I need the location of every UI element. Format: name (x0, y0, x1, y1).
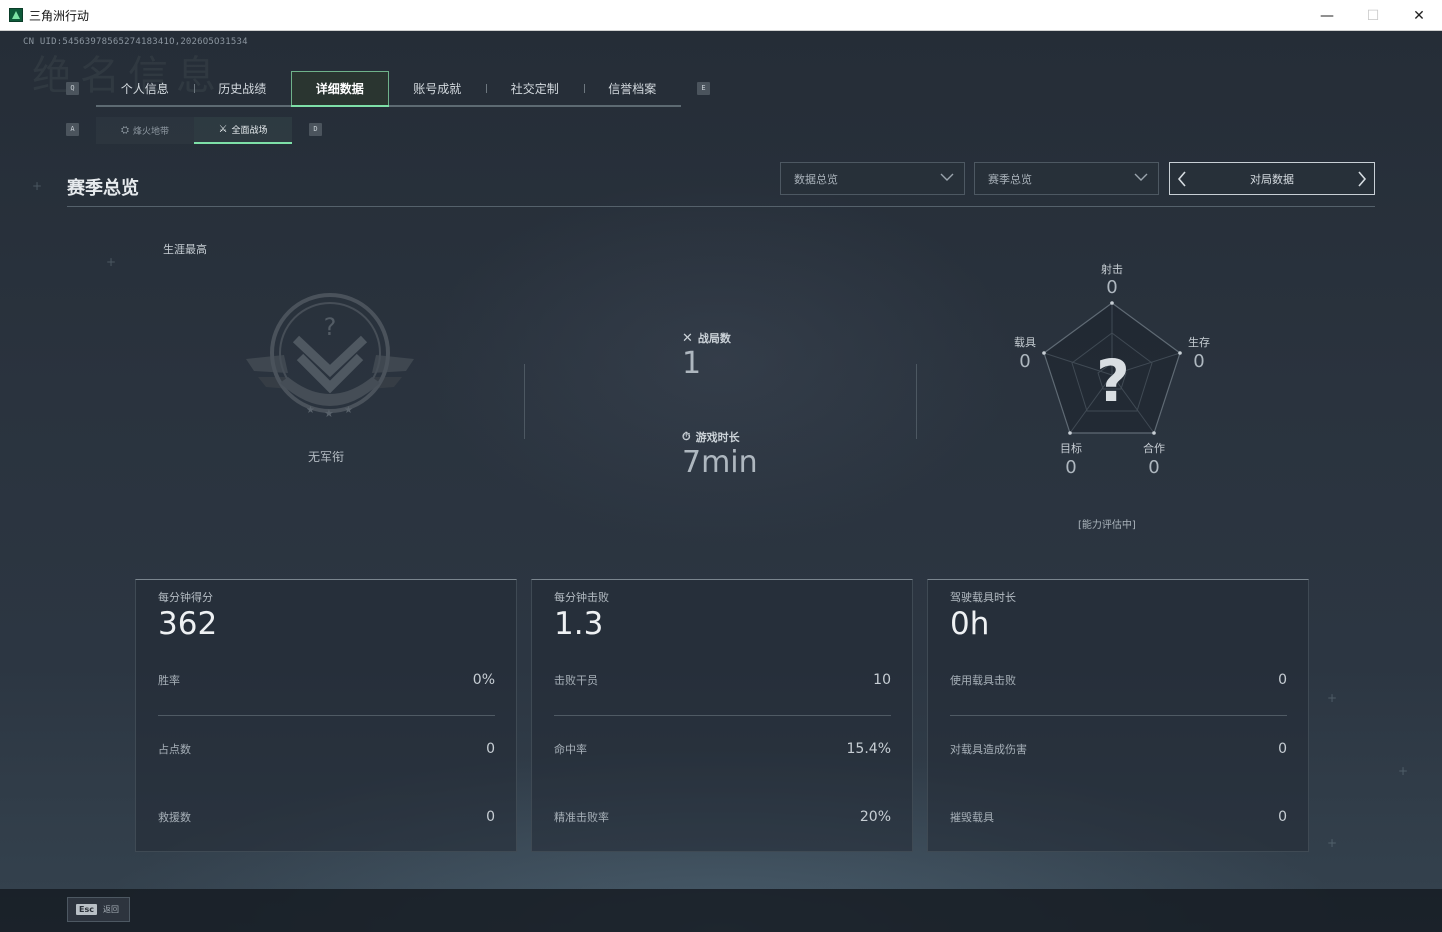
decor-cross-icon: + (1398, 764, 1409, 778)
pager-label: 对局数据 (1250, 172, 1294, 186)
player-uid: CN UID:5456397856527418341O,2026O5O31534 (23, 37, 248, 47)
stat-row: 占点数 0 (158, 741, 495, 757)
career-best-label: 生涯最高 (163, 243, 207, 256)
svg-text:★: ★ (344, 405, 353, 416)
rank-name: 无军衔 (308, 450, 345, 464)
tab-prev-key-hint[interactable]: Q (66, 82, 79, 95)
chevron-down-icon (1134, 173, 1148, 181)
stat-card-kills: 每分钟击败 1.3 击败干员 10 命中率 15.4% 精准击败率 20% (531, 579, 913, 852)
subtab-prev-key-hint[interactable]: A (66, 123, 79, 136)
window-titlebar: 三角洲行动 — ☐ ✕ (0, 0, 1442, 31)
stat-row: 救援数 0 (158, 809, 495, 825)
close-button[interactable]: ✕ (1396, 0, 1442, 31)
back-button[interactable]: Esc 返回 (67, 897, 130, 922)
svg-text:?: ? (324, 313, 337, 341)
esc-key-hint: Esc (76, 904, 97, 915)
stat-row: 精准击败率 20% (554, 809, 891, 825)
decor-cross-icon: + (1327, 691, 1338, 705)
back-label: 返回 (102, 905, 119, 914)
battlefield-icon: ⚔ (218, 124, 228, 135)
stopwatch-icon: ⏱ (682, 430, 691, 443)
fire-zone-icon: ⛭ (120, 125, 129, 136)
season-dropdown[interactable]: 赛季总览 (974, 162, 1159, 195)
tab-social-custom[interactable]: 社交定制 (486, 71, 584, 105)
radar-label-survival: 生存 (1188, 336, 1210, 349)
maximize-button[interactable]: ☐ (1350, 0, 1396, 31)
stat-row: 对载具造成伤害 0 (950, 741, 1287, 757)
radar-label-vehicle: 载具 (1014, 336, 1036, 349)
subtab-battlefield[interactable]: ⚔ 全面战场 (194, 117, 292, 144)
decor-cross-icon: + (1327, 836, 1338, 850)
radar-label-objective: 目标 (1060, 442, 1082, 455)
tab-credit-record[interactable]: 信誉档案 (583, 71, 682, 105)
subtab-next-key-hint[interactable]: D (309, 123, 322, 136)
tab-personal-info[interactable]: 个人信息 (96, 71, 194, 105)
stat-row: 使用载具击败 0 (950, 672, 1287, 688)
main-tabs: 个人信息 历史战绩 详细数据 账号成就 社交定制 信誉档案 (96, 71, 681, 107)
radar-value-shooting: 0 (1106, 277, 1118, 298)
section-divider (67, 206, 1375, 207)
tab-match-history[interactable]: 历史战绩 (193, 71, 292, 105)
crossed-swords-icon: ✕ (682, 330, 693, 346)
pager-prev-button[interactable] (1170, 163, 1194, 194)
column-divider (916, 364, 917, 439)
app-logo-icon (9, 8, 23, 22)
matches-value: 1 (682, 346, 702, 381)
ability-evaluating-caption: [能力评估中] (1078, 520, 1136, 531)
radar-value-teamwork: 0 (1148, 457, 1160, 478)
subtab-fire-zone[interactable]: ⛭ 烽火地带 (96, 117, 194, 144)
tab-detailed-data[interactable]: 详细数据 (291, 71, 389, 107)
minimize-button[interactable]: — (1304, 0, 1350, 31)
chevron-right-icon (1358, 170, 1367, 187)
ability-radar-chart: ? (1042, 301, 1182, 435)
matches-label: ✕ 战局数 (682, 330, 731, 346)
radar-value-survival: 0 (1193, 351, 1205, 372)
decor-cross-icon: + (32, 179, 43, 193)
playtime-value: 7min (682, 445, 758, 480)
stat-row: 摧毁载具 0 (950, 809, 1287, 825)
radar-value-objective: 0 (1065, 457, 1077, 478)
svg-text:?: ? (1096, 347, 1130, 415)
stat-row: 击败干员 10 (554, 672, 891, 688)
radar-value-vehicle: 0 (1019, 351, 1031, 372)
radar-label-teamwork: 合作 (1143, 442, 1165, 455)
data-overview-dropdown[interactable]: 数据总览 (780, 162, 965, 195)
tab-achievements[interactable]: 账号成就 (389, 71, 487, 105)
pager-next-button[interactable] (1350, 163, 1374, 194)
stat-row: 胜率 0% (158, 672, 495, 688)
match-data-pager: 对局数据 (1169, 162, 1375, 195)
stat-row: 命中率 15.4% (554, 741, 891, 757)
chevron-down-icon (940, 173, 954, 181)
bottom-bar: Esc 返回 (0, 889, 1442, 932)
window-controls: — ☐ ✕ (1304, 0, 1442, 31)
game-viewport: 绝名信息 CN UID:5456397856527418341O,2026O5O… (0, 31, 1442, 932)
decor-cross-icon: + (106, 255, 117, 269)
svg-text:★: ★ (306, 405, 315, 416)
svg-text:★: ★ (324, 407, 334, 420)
chevron-left-icon (1177, 170, 1186, 187)
section-title: 赛季总览 (67, 178, 139, 199)
window-title: 三角洲行动 (29, 8, 90, 23)
playtime-label: ⏱ 游戏时长 (682, 430, 740, 444)
stat-card-score: 每分钟得分 362 胜率 0% 占点数 0 救援数 0 (135, 579, 517, 852)
stat-card-vehicle: 驾驶载具时长 0h 使用载具击败 0 对载具造成伤害 0 摧毁载具 0 (927, 579, 1309, 852)
column-divider (524, 364, 525, 439)
rank-badge-icon: ? ★ ★ ★ (246, 293, 414, 420)
radar-label-shooting: 射击 (1101, 263, 1123, 276)
tab-next-key-hint[interactable]: E (697, 82, 710, 95)
mode-subtabs: ⛭ 烽火地带 ⚔ 全面战场 (96, 117, 292, 144)
